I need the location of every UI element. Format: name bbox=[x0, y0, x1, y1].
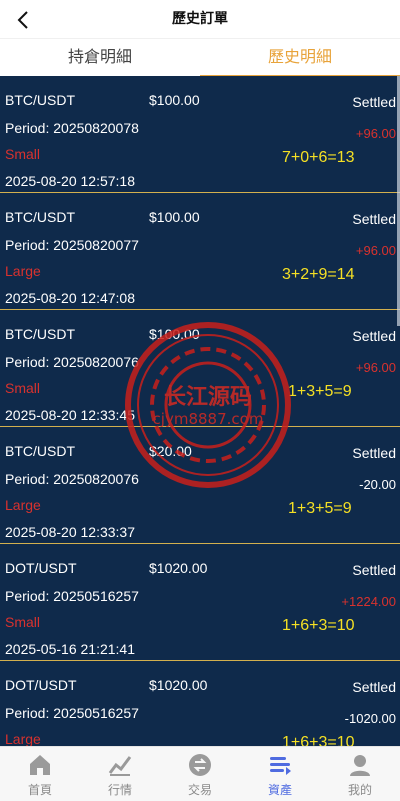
order-profit-loss: -1020.00 bbox=[344, 711, 396, 726]
tabbar-profile-label: 我的 bbox=[347, 783, 372, 797]
order-bet-size: Small bbox=[5, 146, 41, 162]
order-bet-size: Small bbox=[5, 380, 41, 396]
order-bet-size: Large bbox=[5, 263, 41, 279]
order-time: 2025-08-20 12:33:37 bbox=[5, 524, 135, 540]
order-period: Period: 20250820076 bbox=[5, 354, 139, 370]
order-pair: BTC/USDT bbox=[5, 443, 75, 459]
order-bet-size: Large bbox=[5, 497, 41, 513]
order-card[interactable]: BTC/USDT $100.00 Settled Period: 2025082… bbox=[0, 193, 400, 310]
order-draw-result: 1+6+3=10 bbox=[282, 617, 355, 634]
order-bet-size: Small bbox=[5, 614, 41, 630]
order-pair: DOT/USDT bbox=[5, 560, 77, 576]
order-status: Settled bbox=[352, 562, 396, 578]
order-period: Period: 20250820076 bbox=[5, 471, 139, 487]
order-card[interactable]: DOT/USDT $1020.00 Settled Period: 202505… bbox=[0, 661, 400, 746]
page-title: 歷史訂單 bbox=[172, 10, 228, 26]
order-time: 2025-05-16 21:21:41 bbox=[5, 641, 135, 657]
order-profit-loss: +96.00 bbox=[355, 126, 396, 141]
order-draw-result: 7+0+6=13 bbox=[282, 149, 355, 166]
order-time: 2025-08-20 12:47:08 bbox=[5, 290, 135, 306]
order-draw-result: 1+3+5=9 bbox=[288, 383, 352, 400]
order-amount: $100.00 bbox=[149, 92, 200, 108]
order-amount: $20.00 bbox=[149, 443, 192, 459]
assets-icon bbox=[270, 757, 291, 775]
order-period: Period: 20250820078 bbox=[5, 120, 139, 136]
tabbar-assets-label: 資產 bbox=[267, 783, 292, 797]
order-status: Settled bbox=[352, 94, 396, 110]
tabbar-profile[interactable]: 我的 bbox=[320, 747, 400, 801]
tabbar-assets[interactable]: 資產 bbox=[240, 747, 320, 801]
chart-icon bbox=[108, 756, 132, 776]
order-card[interactable]: DOT/USDT $1020.00 Settled Period: 202505… bbox=[0, 544, 400, 661]
tabbar-trade[interactable]: 交易 bbox=[160, 747, 240, 801]
order-amount: $100.00 bbox=[149, 209, 200, 225]
order-profit-loss: +96.00 bbox=[355, 243, 396, 258]
home-icon bbox=[30, 755, 50, 775]
order-bet-size: Large bbox=[5, 731, 41, 746]
order-pair: BTC/USDT bbox=[5, 326, 75, 342]
order-time: 2025-08-20 12:33:45 bbox=[5, 407, 135, 423]
order-status: Settled bbox=[352, 211, 396, 227]
order-period: Period: 20250516257 bbox=[5, 588, 139, 604]
user-icon bbox=[350, 755, 370, 776]
order-status: Settled bbox=[352, 445, 396, 461]
order-draw-result: 3+2+9=14 bbox=[282, 266, 355, 283]
header-bar: 歷史訂單 bbox=[0, 0, 400, 38]
order-card[interactable]: BTC/USDT $100.00 Settled Period: 2025082… bbox=[0, 76, 400, 193]
order-pair: BTC/USDT bbox=[5, 92, 75, 108]
order-period: Period: 20250820077 bbox=[5, 237, 139, 253]
tabbar-home-label: 首頁 bbox=[27, 783, 52, 797]
order-pair: DOT/USDT bbox=[5, 677, 77, 693]
exchange-icon bbox=[189, 754, 211, 776]
order-tabs: 持倉明細 歷史明細 bbox=[0, 38, 400, 77]
order-card[interactable]: BTC/USDT $20.00 Settled Period: 20250820… bbox=[0, 427, 400, 544]
order-pair: BTC/USDT bbox=[5, 209, 75, 225]
tabbar-home[interactable]: 首頁 bbox=[0, 747, 80, 801]
order-profit-loss: +1224.00 bbox=[341, 594, 396, 609]
tabbar-market[interactable]: 行情 bbox=[80, 747, 160, 801]
order-period: Period: 20250516257 bbox=[5, 705, 139, 721]
tabbar-market-label: 行情 bbox=[107, 783, 132, 797]
order-status: Settled bbox=[352, 679, 396, 695]
order-time: 2025-08-20 12:57:18 bbox=[5, 173, 135, 189]
order-card[interactable]: BTC/USDT $100.00 Settled Period: 2025082… bbox=[0, 310, 400, 427]
tab-positions[interactable]: 持倉明細 bbox=[0, 39, 200, 77]
tab-history[interactable]: 歷史明細 bbox=[200, 39, 400, 77]
order-amount: $1020.00 bbox=[149, 560, 208, 576]
order-draw-result: 1+3+5=9 bbox=[288, 500, 352, 517]
order-draw-result: 1+6+3=10 bbox=[282, 734, 355, 746]
order-profit-loss: -20.00 bbox=[359, 477, 396, 492]
order-status: Settled bbox=[352, 328, 396, 344]
tabbar-trade-label: 交易 bbox=[187, 783, 212, 797]
order-list[interactable]: BTC/USDT $100.00 Settled Period: 2025082… bbox=[0, 76, 400, 746]
order-amount: $1020.00 bbox=[149, 677, 208, 693]
bottom-tab-bar: 首頁 行情 交易 資產 我的 bbox=[0, 746, 400, 801]
order-profit-loss: +96.00 bbox=[355, 360, 396, 375]
order-amount: $100.00 bbox=[149, 326, 200, 342]
